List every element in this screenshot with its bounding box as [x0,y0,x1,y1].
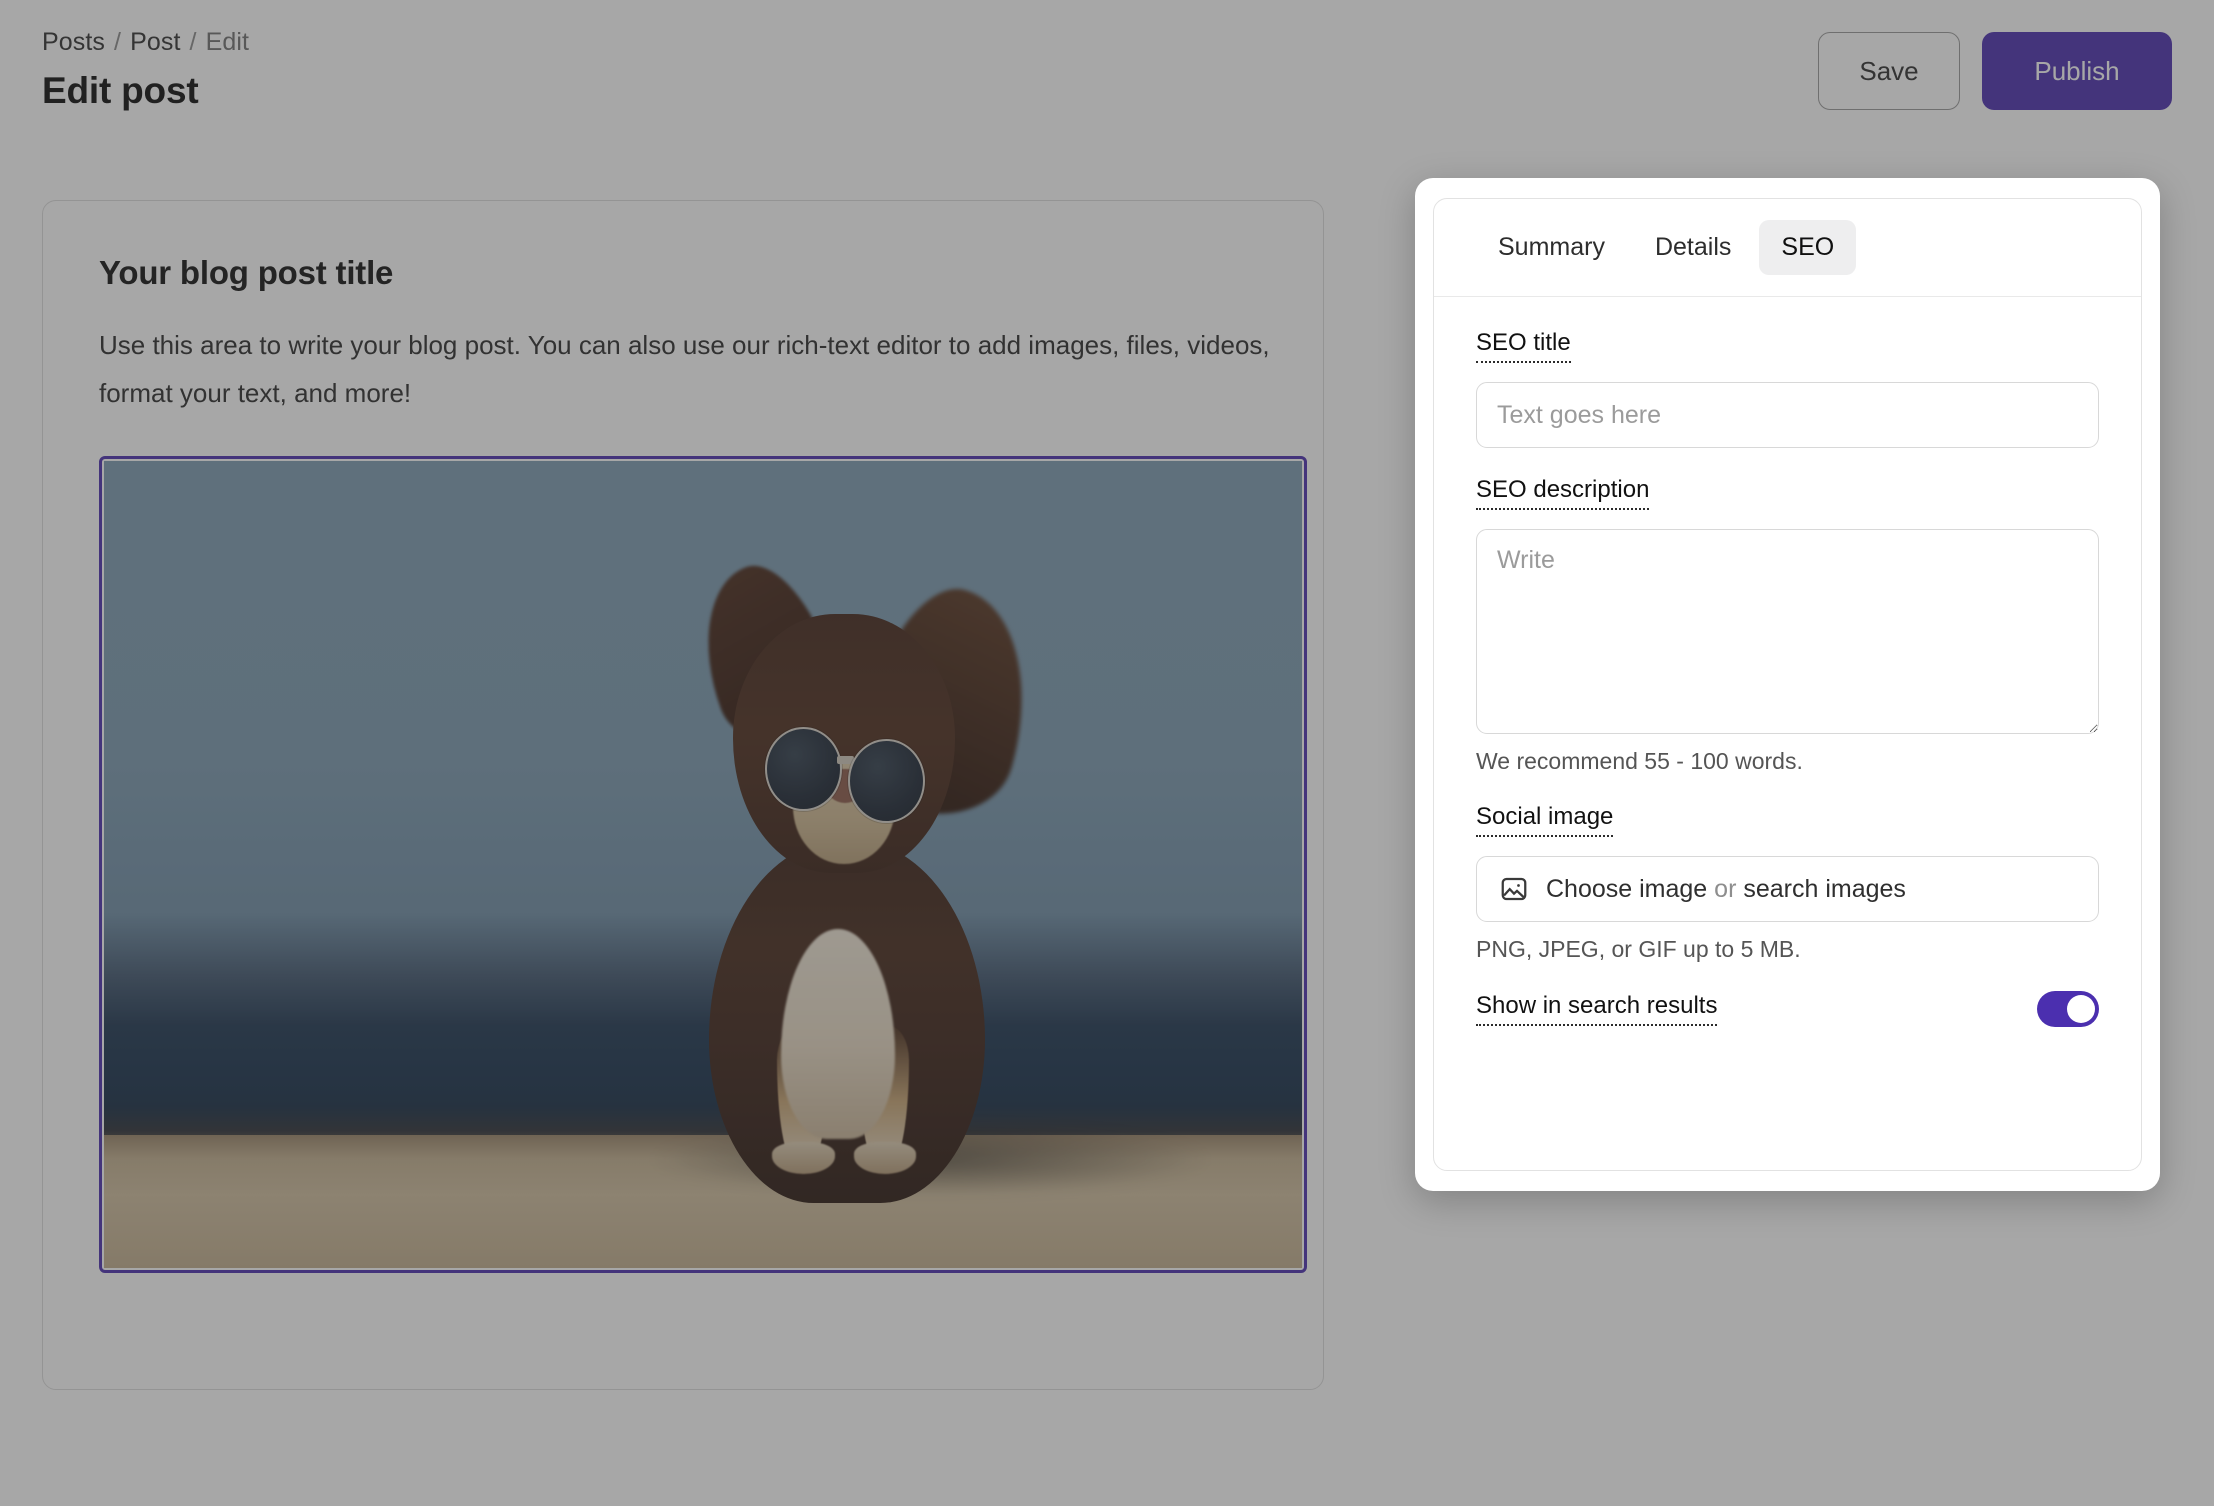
social-image-field: Social image Choose image or search imag… [1476,803,2099,963]
choose-image-or: or [1714,874,1737,903]
social-image-hint: PNG, JPEG, or GIF up to 5 MB. [1476,936,1801,962]
tab-details[interactable]: Details [1633,220,1753,275]
app-root: Posts / Post / Edit Edit post Save Publi… [0,0,2214,1506]
seo-settings-panel: Summary Details SEO SEO title SEO descri… [1415,178,2160,1191]
toggle-knob [2067,995,2095,1023]
seo-title-input[interactable] [1476,382,2099,448]
seo-title-label: SEO title [1476,329,1571,363]
seo-card: Summary Details SEO SEO title SEO descri… [1433,198,2142,1171]
tab-summary[interactable]: Summary [1476,220,1627,275]
show-in-search-label: Show in search results [1476,992,1718,1026]
search-images-link[interactable]: search images [1743,875,1906,903]
panel-tabs: Summary Details SEO [1434,199,2141,297]
show-in-search-toggle[interactable] [2037,991,2099,1027]
seo-description-field: SEO description We recommend 55 - 100 wo… [1476,476,2099,775]
show-in-search-row: Show in search results [1476,991,2099,1027]
choose-image-text: Choose image or search images [1546,875,1906,904]
seo-description-label: SEO description [1476,476,1650,510]
seo-form: SEO title SEO description We recommend 5… [1434,297,2141,1027]
picture-icon [1501,877,1527,901]
seo-description-textarea[interactable] [1476,529,2099,734]
seo-title-field: SEO title [1476,329,2099,448]
choose-image-label[interactable]: Choose image [1546,875,1707,903]
seo-description-hint: We recommend 55 - 100 words. [1476,748,1803,774]
choose-image-button[interactable]: Choose image or search images [1476,856,2099,922]
tab-seo[interactable]: SEO [1759,220,1857,275]
social-image-label: Social image [1476,803,1614,837]
